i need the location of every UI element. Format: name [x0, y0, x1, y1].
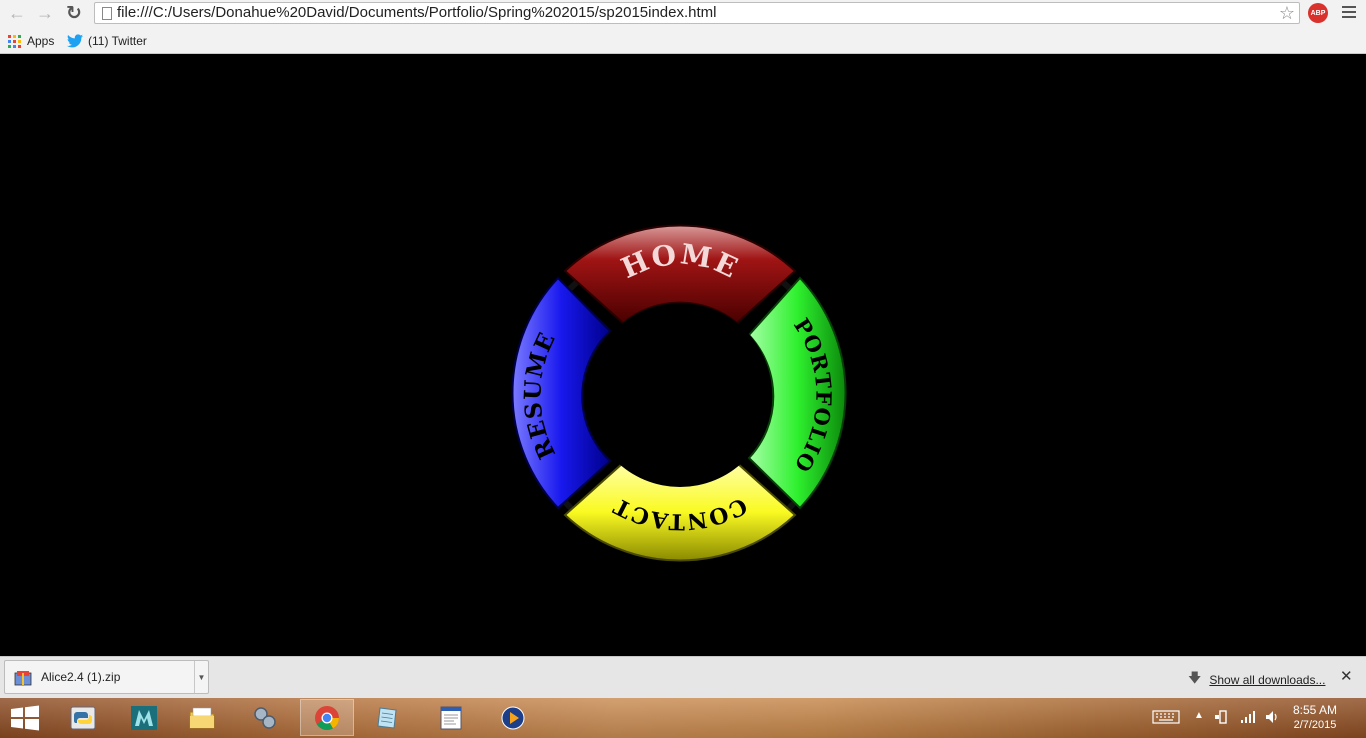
chrome-menu-icon[interactable] [1342, 6, 1356, 20]
bookmark-twitter[interactable]: (11) Twitter [67, 32, 147, 50]
taskbar-network[interactable] [238, 699, 292, 736]
signal-bars-icon[interactable] [1240, 710, 1256, 724]
bookmark-star-icon[interactable]: ☆ [1279, 3, 1295, 23]
show-all-downloads-link[interactable]: Show all downloads... [1209, 673, 1325, 687]
address-bar[interactable]: file:///C:/Users/Donahue%20David/Documen… [94, 2, 1300, 24]
page-icon [102, 7, 112, 20]
windows-start-icon[interactable] [8, 704, 42, 732]
browser-toolbar: ← → ↻ file:///C:/Users/Donahue%20David/D… [0, 0, 1366, 28]
taskbar-text-editor[interactable] [424, 699, 478, 736]
volume-icon[interactable] [1264, 709, 1280, 725]
download-file-name: Alice2.4 (1).zip [41, 670, 121, 684]
nav-ring: HOME PORTFOLIO CONTACT RESUME [511, 224, 847, 562]
download-item[interactable]: Alice2.4 (1).zip ▼ [4, 660, 209, 694]
reload-icon[interactable]: ↻ [63, 3, 85, 24]
adblock-plus-icon[interactable]: ABP [1308, 3, 1328, 23]
taskbar: ▲ 8:55 AM 2/7/2015 [0, 698, 1366, 738]
apps-grid-icon [8, 34, 21, 48]
taskbar-media-player[interactable] [486, 699, 540, 736]
zip-archive-icon [14, 671, 32, 686]
bookmarks-bar: Apps (11) Twitter [0, 28, 1366, 54]
power-plug-icon[interactable] [1214, 709, 1232, 725]
clock-date: 2/7/2015 [1293, 719, 1337, 731]
bookmark-apps[interactable]: Apps [8, 32, 54, 50]
clock-time: 8:55 AM [1292, 703, 1338, 717]
taskbar-python[interactable] [56, 699, 110, 736]
close-download-bar-icon[interactable]: ✕ [1340, 667, 1353, 685]
python-icon [70, 706, 96, 729]
download-bar: Alice2.4 (1).zip ▼ 🡇 Show all downloads.… [0, 656, 1366, 698]
taskbar-chrome[interactable] [300, 699, 354, 736]
download-menu-arrow-icon[interactable]: ▼ [194, 661, 208, 693]
download-arrow-icon: 🡇 [1188, 670, 1202, 685]
taskbar-file-explorer[interactable] [175, 699, 229, 736]
keyboard-icon[interactable] [1152, 710, 1180, 724]
notepad-icon [377, 706, 397, 729]
system-clock[interactable]: 8:55 AM 2/7/2015 [1284, 703, 1346, 733]
file-explorer-icon [189, 707, 215, 728]
media-player-icon [501, 706, 525, 729]
taskbar-notepad[interactable] [360, 699, 414, 736]
bookmark-apps-label: Apps [27, 34, 55, 48]
text-editor-icon [440, 706, 462, 729]
page-viewport: HOME PORTFOLIO CONTACT RESUME [0, 55, 1366, 656]
url-text[interactable]: file:///C:/Users/Donahue%20David/Documen… [117, 4, 717, 22]
show-all-downloads[interactable]: 🡇 Show all downloads... [1188, 669, 1325, 691]
bookmark-twitter-label: (11) Twitter [88, 34, 147, 48]
chrome-icon [315, 705, 339, 730]
forward-arrow-icon[interactable]: → [34, 3, 56, 23]
maya-icon [131, 705, 157, 730]
show-hidden-icons-icon[interactable]: ▲ [1194, 710, 1204, 738]
network-icon [254, 706, 276, 729]
back-arrow-icon[interactable]: ← [6, 3, 28, 23]
twitter-bird-icon [67, 34, 83, 48]
taskbar-maya[interactable] [117, 699, 171, 736]
